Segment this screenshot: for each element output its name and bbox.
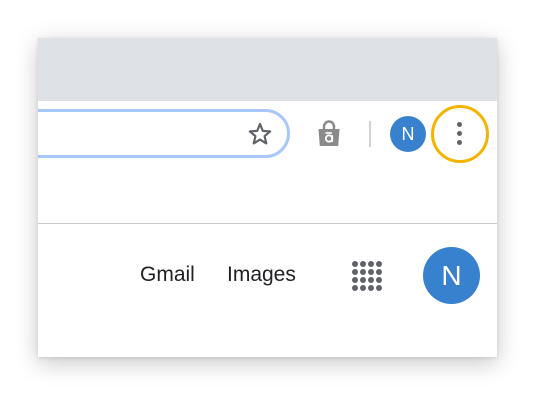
profile-initial: N	[401, 124, 415, 144]
tab-strip	[38, 38, 497, 101]
images-link[interactable]: Images	[227, 263, 296, 287]
profile-avatar-button[interactable]: N	[390, 116, 426, 152]
highlight-ring	[431, 105, 489, 163]
screenshot-canvas: N Gmail Images N	[0, 0, 535, 401]
more-vert-icon[interactable]	[457, 122, 463, 146]
address-bar[interactable]	[38, 109, 290, 158]
toolbar-divider	[369, 121, 371, 147]
apps-grid-icon[interactable]	[351, 260, 383, 292]
browser-window: N Gmail Images N	[38, 38, 497, 357]
star-icon[interactable]	[247, 121, 273, 147]
page-content: Gmail Images N	[38, 224, 497, 357]
gmail-link[interactable]: Gmail	[140, 263, 195, 287]
shopping-bag-icon[interactable]	[314, 119, 344, 149]
account-initial: N	[441, 260, 462, 291]
browser-toolbar: N	[38, 101, 497, 224]
account-avatar-button[interactable]: N	[423, 247, 480, 304]
